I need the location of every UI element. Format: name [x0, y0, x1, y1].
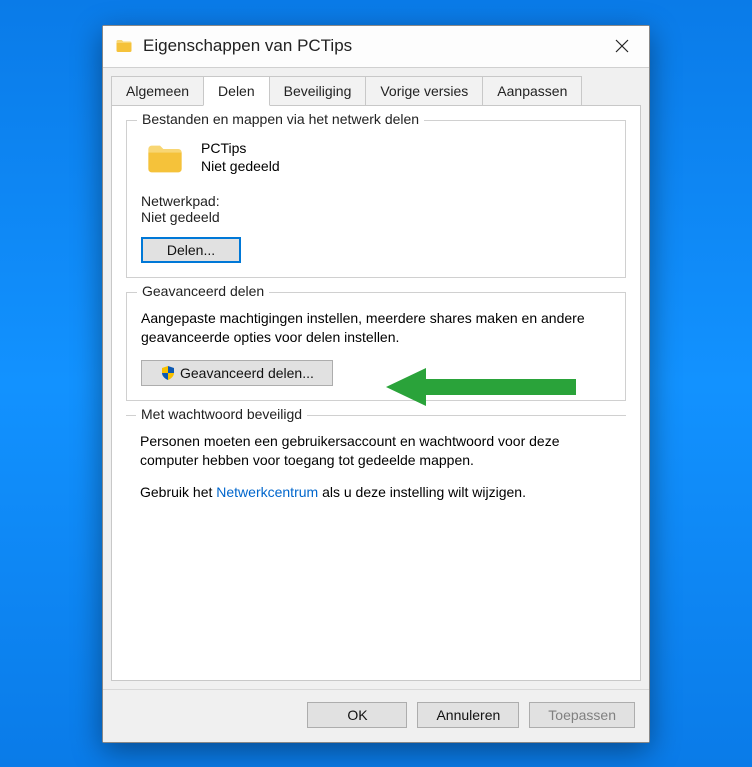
share-button[interactable]: Delen... [141, 237, 241, 263]
advanced-description: Aangepaste machtigingen instellen, meerd… [141, 309, 611, 348]
tab-aanpassen[interactable]: Aanpassen [482, 76, 582, 105]
password-line2-suffix: als u deze instelling wilt wijzigen. [318, 484, 526, 500]
close-icon [615, 39, 629, 53]
folder-name: PCTips [201, 139, 280, 158]
folder-large-icon [145, 139, 185, 179]
advanced-share-button[interactable]: Geavanceerd delen... [141, 360, 333, 386]
tabs: Algemeen Delen Beveiliging Vorige versie… [103, 68, 649, 105]
cancel-button[interactable]: Annuleren [417, 702, 519, 728]
tab-panel-delen: Bestanden en mappen via het netwerk dele… [111, 105, 641, 681]
password-line1: Personen moeten een gebruikersaccount en… [140, 432, 612, 471]
tab-delen[interactable]: Delen [203, 76, 270, 106]
window-title: Eigenschappen van PCTips [143, 36, 599, 56]
tab-vorige-versies[interactable]: Vorige versies [365, 76, 483, 105]
properties-window: Eigenschappen van PCTips Algemeen Delen … [102, 25, 650, 743]
folder-meta: PCTips Niet gedeeld [201, 139, 280, 177]
tab-beveiliging[interactable]: Beveiliging [269, 76, 367, 105]
password-line2-prefix: Gebruik het [140, 484, 216, 500]
titlebar: Eigenschappen van PCTips [103, 26, 649, 68]
network-path-label: Netwerkpad: [141, 193, 611, 209]
uac-shield-icon [160, 365, 176, 381]
advanced-share-button-label: Geavanceerd delen... [180, 365, 314, 381]
password-group: Met wachtwoord beveiligd Personen moeten… [126, 415, 626, 519]
dialog-footer: OK Annuleren Toepassen [103, 689, 649, 742]
folder-status: Niet gedeeld [201, 157, 280, 176]
group-title-share: Bestanden en mappen via het netwerk dele… [137, 111, 424, 127]
advanced-share-group: Geavanceerd delen Aangepaste machtiginge… [126, 292, 626, 401]
network-share-group: Bestanden en mappen via het netwerk dele… [126, 120, 626, 278]
network-center-link[interactable]: Netwerkcentrum [216, 484, 318, 500]
password-line2: Gebruik het Netwerkcentrum als u deze in… [140, 483, 612, 503]
folder-info-row: PCTips Niet gedeeld [141, 139, 611, 179]
apply-button[interactable]: Toepassen [529, 702, 635, 728]
network-path-value: Niet gedeeld [141, 209, 611, 225]
group-title-password: Met wachtwoord beveiligd [136, 406, 307, 422]
group-title-advanced: Geavanceerd delen [137, 283, 269, 299]
folder-icon [115, 37, 133, 55]
close-button[interactable] [599, 26, 645, 67]
ok-button[interactable]: OK [307, 702, 407, 728]
tab-algemeen[interactable]: Algemeen [111, 76, 204, 105]
